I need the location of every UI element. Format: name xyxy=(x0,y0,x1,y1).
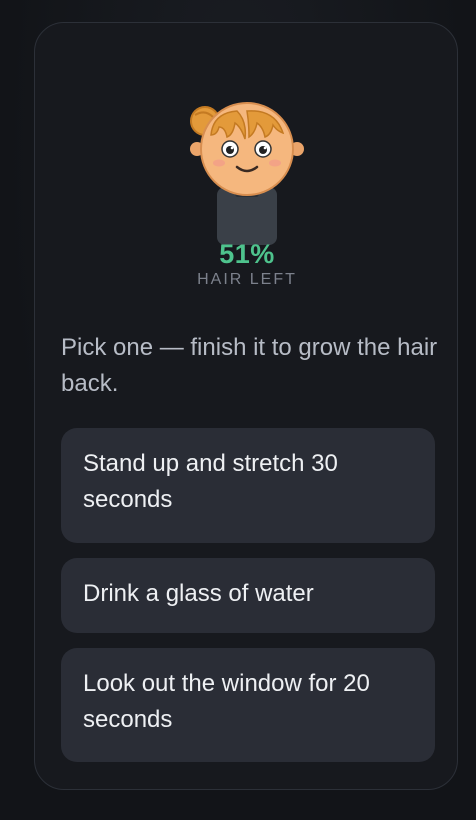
hair-card: 51% HAIR LEFT Pick one — finish it to gr… xyxy=(34,22,458,790)
hair-left-percent: 51% xyxy=(219,239,275,269)
task-list: Stand up and stretch 30 seconds Drink a … xyxy=(61,428,435,777)
app-page: 51% HAIR LEFT Pick one — finish it to gr… xyxy=(0,0,476,820)
character-avatar xyxy=(185,91,309,251)
hair-left-label: HAIR LEFT xyxy=(197,271,297,288)
task-option-window[interactable]: Look out the window for 20 seconds xyxy=(61,648,435,762)
task-option-stretch[interactable]: Stand up and stretch 30 seconds xyxy=(61,428,435,543)
character-head xyxy=(200,102,294,196)
task-option-water[interactable]: Drink a glass of water xyxy=(61,558,435,633)
task-prompt: Pick one — finish it to grow the hair ba… xyxy=(61,334,438,397)
